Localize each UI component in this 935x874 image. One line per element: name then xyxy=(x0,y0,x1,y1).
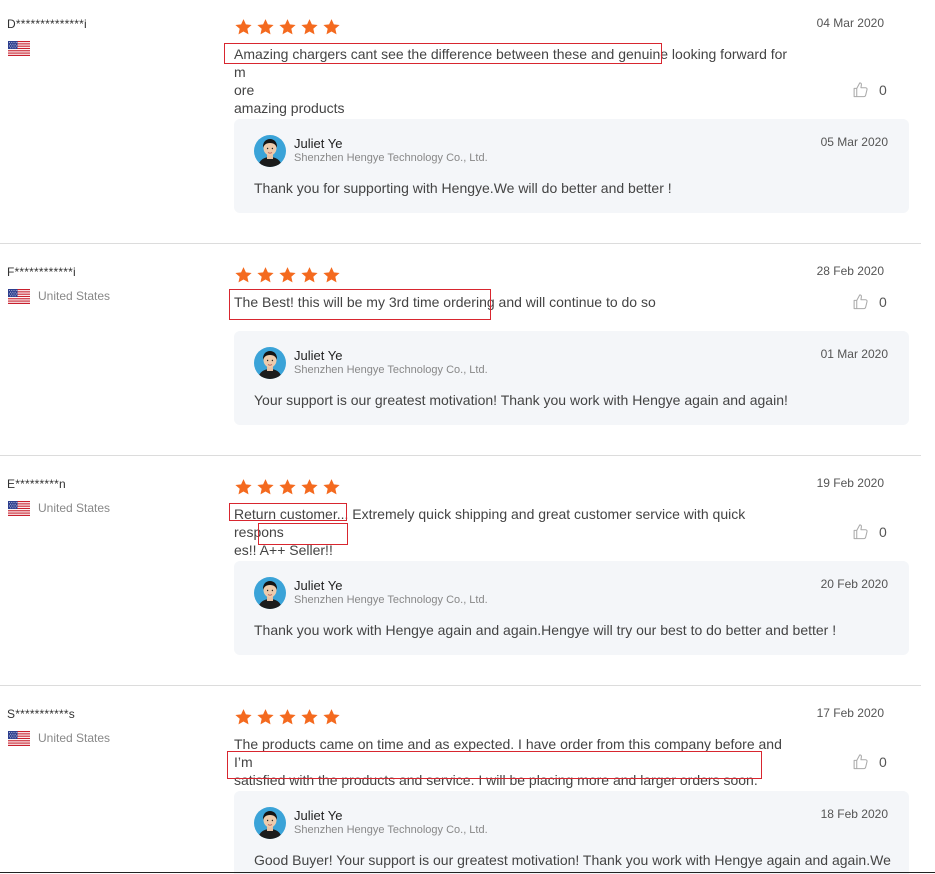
star-icon xyxy=(278,478,297,496)
star-icon xyxy=(256,18,275,36)
star-icon xyxy=(256,708,275,726)
seller-name: Juliet Ye xyxy=(294,348,343,363)
star-icon xyxy=(234,18,253,36)
reply-date: 05 Mar 2020 xyxy=(820,135,888,149)
review-item: F************i United States 28 Feb 2020… xyxy=(0,244,935,455)
seller-company: Shenzhen Hengye Technology Co., Ltd. xyxy=(294,824,488,836)
highlight-box xyxy=(227,751,762,779)
reply-text: Thank you work with Hengye again and aga… xyxy=(254,622,837,638)
reviewer-name: F************i xyxy=(7,265,76,279)
reviewer-country: United States xyxy=(38,731,111,745)
seller-avatar-icon xyxy=(254,807,286,839)
review-item: D**************i 04 Mar 2020 Amazing cha… xyxy=(0,0,935,243)
review-date: 04 Mar 2020 xyxy=(816,16,884,30)
thumbs-up-icon xyxy=(851,753,870,771)
us-flag-icon xyxy=(8,41,30,56)
review-date: 17 Feb 2020 xyxy=(816,706,884,720)
star-icon xyxy=(234,708,253,726)
rating-stars xyxy=(234,708,341,726)
star-icon xyxy=(300,266,319,284)
thumbs-up-icon xyxy=(851,523,870,541)
thumbs-up-icon xyxy=(851,81,870,99)
seller-name: Juliet Ye xyxy=(294,808,343,823)
like-button[interactable]: 0 xyxy=(851,81,887,99)
like-count: 0 xyxy=(879,294,887,310)
seller-reply: Juliet Ye Shenzhen Hengye Technology Co.… xyxy=(234,561,909,655)
reviewer-country: United States xyxy=(38,289,111,303)
like-count: 0 xyxy=(879,754,887,770)
seller-avatar-icon xyxy=(254,577,286,609)
seller-avatar-icon xyxy=(254,347,286,379)
seller-company: Shenzhen Hengye Technology Co., Ltd. xyxy=(294,152,488,164)
rating-stars xyxy=(234,18,341,36)
us-flag-icon xyxy=(8,731,30,746)
review-date: 19 Feb 2020 xyxy=(816,476,884,490)
star-icon xyxy=(322,266,341,284)
star-icon xyxy=(278,266,297,284)
star-icon xyxy=(278,18,297,36)
star-icon xyxy=(322,708,341,726)
seller-reply: Juliet Ye Shenzhen Hengye Technology Co.… xyxy=(234,331,909,425)
seller-company: Shenzhen Hengye Technology Co., Ltd. xyxy=(294,594,488,606)
bottom-edge-divider xyxy=(0,872,935,873)
review-item: S***********s United States 17 Feb 2020 … xyxy=(0,686,935,874)
reviewer-name: S***********s xyxy=(7,707,75,721)
reply-date: 20 Feb 2020 xyxy=(820,577,888,591)
star-icon xyxy=(256,266,275,284)
like-button[interactable]: 0 xyxy=(851,293,887,311)
star-icon xyxy=(256,478,275,496)
thumbs-up-icon xyxy=(851,293,870,311)
review-text-line: amazing products xyxy=(234,100,345,116)
star-icon xyxy=(234,266,253,284)
star-icon xyxy=(300,478,319,496)
like-count: 0 xyxy=(879,524,887,540)
reviewer-name: E*********n xyxy=(7,477,66,491)
review-item: E*********n United States 19 Feb 2020 Re… xyxy=(0,456,935,685)
highlight-box xyxy=(229,289,491,320)
like-button[interactable]: 0 xyxy=(851,523,887,541)
seller-name: Juliet Ye xyxy=(294,136,343,151)
seller-avatar-icon xyxy=(254,135,286,167)
seller-name: Juliet Ye xyxy=(294,578,343,593)
us-flag-icon xyxy=(8,289,30,304)
review-date: 28 Feb 2020 xyxy=(816,264,884,278)
like-count: 0 xyxy=(879,82,887,98)
highlight-box xyxy=(229,503,347,521)
reviewer-country: United States xyxy=(38,501,111,515)
seller-reply: Juliet Ye Shenzhen Hengye Technology Co.… xyxy=(234,791,909,874)
star-icon xyxy=(278,708,297,726)
seller-reply: Juliet Ye Shenzhen Hengye Technology Co.… xyxy=(234,119,909,213)
review-text-line: ore xyxy=(234,82,255,98)
highlight-box xyxy=(224,43,662,64)
star-icon xyxy=(300,708,319,726)
star-icon xyxy=(234,478,253,496)
rating-stars xyxy=(234,266,341,284)
seller-company: Shenzhen Hengye Technology Co., Ltd. xyxy=(294,364,488,376)
star-icon xyxy=(322,478,341,496)
highlight-box xyxy=(258,523,348,545)
star-icon xyxy=(300,18,319,36)
reply-text: Good Buyer! Your support is our greatest… xyxy=(254,852,891,874)
reply-text: Your support is our greatest motivation!… xyxy=(254,392,788,408)
reviewer-name: D**************i xyxy=(7,17,87,31)
like-button[interactable]: 0 xyxy=(851,753,887,771)
reply-text: Thank you for supporting with Hengye.We … xyxy=(254,180,672,196)
rating-stars xyxy=(234,478,341,496)
star-icon xyxy=(322,18,341,36)
reply-date: 18 Feb 2020 xyxy=(820,807,888,821)
us-flag-icon xyxy=(8,501,30,516)
reply-date: 01 Mar 2020 xyxy=(820,347,888,361)
